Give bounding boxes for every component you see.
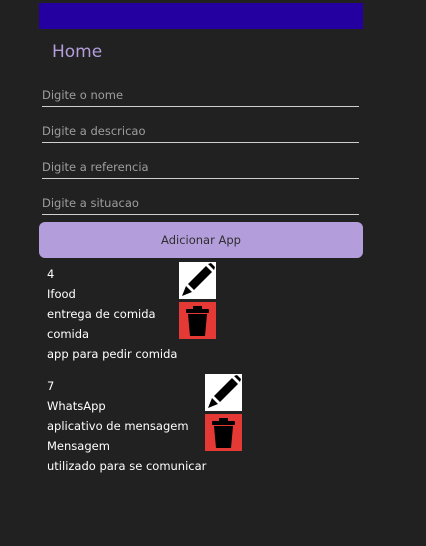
edit-button[interactable]	[205, 374, 242, 411]
pencil-icon	[179, 262, 216, 299]
trash-icon	[179, 302, 216, 339]
edit-button[interactable]	[179, 262, 216, 299]
app-bar	[39, 3, 363, 29]
delete-button[interactable]	[179, 302, 216, 339]
item-description: aplicativo de mensagem	[47, 419, 189, 433]
referencia-input[interactable]	[42, 157, 359, 177]
item-description: entrega de comida	[47, 307, 156, 321]
pencil-icon	[205, 374, 242, 411]
list-item: 7 WhatsApp aplicativo de mensagem Mensag…	[47, 376, 206, 476]
add-app-button[interactable]: Adicionar App	[39, 222, 363, 258]
descricao-field[interactable]	[42, 120, 359, 143]
descricao-input[interactable]	[42, 121, 359, 141]
item-reference: comida	[47, 327, 90, 341]
trash-icon	[205, 414, 242, 451]
referencia-field[interactable]	[42, 156, 359, 179]
item-id: 4	[47, 267, 55, 281]
page-title: Home	[52, 42, 103, 62]
item-status: app para pedir comida	[47, 347, 178, 361]
item-status: utilizado para se comunicar	[47, 459, 207, 473]
delete-button[interactable]	[205, 414, 242, 451]
item-name: WhatsApp	[47, 399, 106, 413]
item-reference: Mensagem	[47, 439, 110, 453]
situacao-input[interactable]	[42, 193, 359, 213]
nome-field[interactable]	[42, 84, 359, 107]
situacao-field[interactable]	[42, 192, 359, 215]
item-name: Ifood	[47, 287, 76, 301]
nome-input[interactable]	[42, 85, 359, 105]
item-id: 7	[47, 379, 55, 393]
list-item: 4 Ifood entrega de comida comida app par…	[47, 264, 177, 364]
